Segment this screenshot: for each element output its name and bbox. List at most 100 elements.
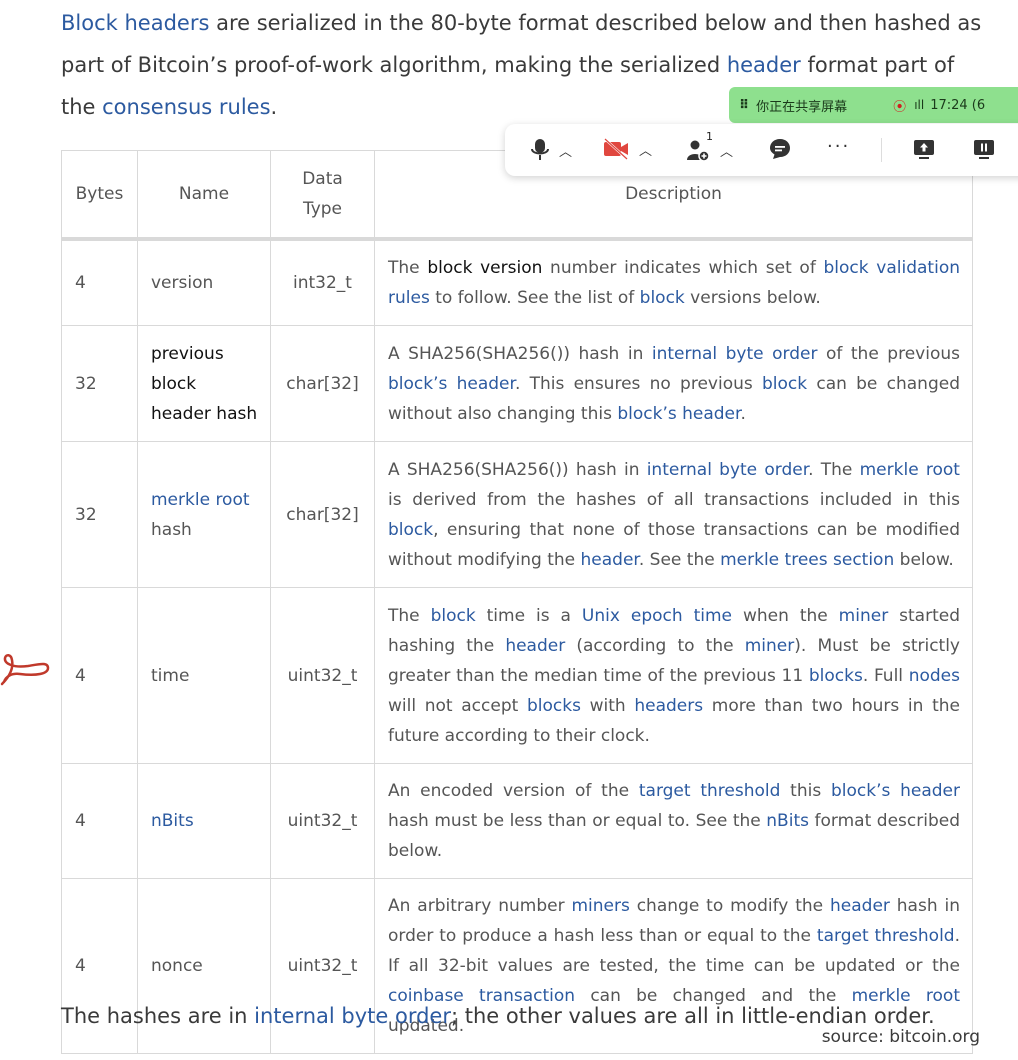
- cell-dtype: int32_t: [270, 238, 375, 326]
- screen-share-banner[interactable]: ⠿ 你正在共享屏幕 ⦿ ıll 17:24 (6: [729, 87, 1018, 123]
- desc-link[interactable]: blocks: [809, 666, 863, 686]
- toolbar-divider: [881, 138, 882, 162]
- table-row: 4 time uint32_t The block time is a Unix…: [61, 587, 973, 764]
- desc-text: The: [388, 258, 428, 278]
- cell-bytes: 4: [61, 587, 138, 764]
- name-link-nbits[interactable]: nBits: [151, 811, 194, 831]
- desc-link[interactable]: internal byte order: [652, 344, 818, 364]
- desc-text: A SHA256(SHA256()) hash in: [388, 343, 652, 364]
- share-screen-icon[interactable]: [913, 138, 935, 160]
- desc-text: versions below.: [684, 288, 821, 308]
- cell-bytes: 32: [61, 325, 138, 442]
- desc-link[interactable]: block: [762, 374, 807, 394]
- desc-text: will not accept: [388, 695, 527, 716]
- desc-link[interactable]: merkle trees section: [720, 550, 894, 570]
- header-bytes: Bytes: [61, 150, 138, 241]
- cell-description: A SHA256(SHA256()) hash in internal byte…: [374, 325, 973, 442]
- desc-text: (according to the: [565, 635, 745, 656]
- cell-name: nBits: [137, 763, 271, 879]
- block-header-table: Bytes Name Data Type Description 4 versi…: [61, 150, 973, 1054]
- desc-link[interactable]: block: [431, 606, 476, 626]
- more-options-icon[interactable]: ···: [827, 136, 850, 157]
- pause-share-icon[interactable]: [973, 138, 995, 160]
- desc-link[interactable]: miner: [839, 606, 889, 626]
- cell-dtype: char[32]: [270, 441, 375, 588]
- desc-link[interactable]: header: [830, 896, 890, 916]
- table-row: 4 nBits uint32_t An encoded version of t…: [61, 763, 973, 879]
- pause-share-control[interactable]: [973, 138, 995, 160]
- desc-text: The: [388, 605, 431, 626]
- desc-text: to follow. See the list of: [429, 288, 640, 308]
- link-block-headers[interactable]: Block headers: [61, 11, 209, 35]
- outro-text-1: The hashes are in: [61, 1004, 255, 1028]
- cell-name: time: [137, 587, 271, 764]
- link-consensus-rules[interactable]: consensus rules: [102, 95, 270, 119]
- desc-text: when the: [732, 605, 839, 626]
- header-data-type-line1: Data: [302, 169, 343, 189]
- desc-link[interactable]: header: [581, 550, 639, 570]
- header-name: Name: [137, 150, 271, 241]
- video-options-chevron-up-icon[interactable]: ︿: [639, 140, 652, 159]
- cell-description: An encoded version of the target thresho…: [374, 763, 973, 879]
- cell-description: The block time is a Unix epoch time when…: [374, 587, 973, 764]
- drag-handle-icon[interactable]: ⠿: [739, 98, 749, 113]
- desc-text: . See the: [638, 549, 721, 570]
- desc-link[interactable]: internal byte order: [647, 460, 808, 480]
- cell-bytes: 32: [61, 441, 138, 588]
- desc-link[interactable]: headers: [634, 696, 703, 716]
- cell-name: merkle root hash: [137, 441, 271, 588]
- desc-text: . This ensures no previous: [514, 373, 762, 394]
- desc-text: . Full: [862, 665, 909, 686]
- source-caption: source: bitcoin.org: [821, 1027, 980, 1047]
- participants-control[interactable]: 1 ︿: [686, 130, 733, 162]
- video-off-icon[interactable]: [603, 138, 629, 160]
- link-header[interactable]: header: [727, 53, 801, 77]
- desc-link[interactable]: miner: [745, 636, 795, 656]
- desc-link[interactable]: Unix epoch time: [582, 606, 732, 626]
- desc-link[interactable]: target threshold: [639, 781, 781, 801]
- header-data-type-line2: Type: [302, 199, 343, 219]
- link-internal-byte-order[interactable]: internal byte order: [254, 1004, 451, 1028]
- desc-link[interactable]: nBits: [766, 811, 809, 831]
- desc-term: block version: [427, 258, 543, 278]
- outro-text-2: ; the other values are all in little-end…: [451, 1004, 935, 1028]
- mic-control[interactable]: ︿: [531, 138, 572, 162]
- chat-bubble-icon[interactable]: [769, 138, 791, 160]
- mic-options-chevron-up-icon[interactable]: ︿: [559, 141, 572, 160]
- outro-paragraph: The hashes are in internal byte order; t…: [61, 998, 935, 1034]
- name-link-merkle-root[interactable]: merkle root: [151, 490, 250, 510]
- cell-name: previous block header hash: [137, 325, 271, 442]
- desc-link[interactable]: target threshold: [817, 926, 955, 946]
- desc-link[interactable]: block’s header: [388, 374, 515, 394]
- desc-link[interactable]: miners: [571, 896, 629, 916]
- participants-options-chevron-up-icon[interactable]: ︿: [720, 141, 733, 160]
- desc-link[interactable]: block: [388, 520, 433, 540]
- video-control[interactable]: ︿: [603, 138, 652, 160]
- intro-text-3: .: [270, 95, 278, 119]
- desc-link[interactable]: nodes: [909, 666, 960, 686]
- table-row: 32 previous block header hash char[32] A S…: [61, 325, 973, 442]
- chat-control[interactable]: [769, 138, 791, 160]
- microphone-icon[interactable]: [531, 138, 549, 162]
- name-line: previous: [151, 343, 224, 364]
- desc-link[interactable]: blocks: [527, 696, 581, 716]
- cell-dtype: uint32_t: [270, 763, 375, 879]
- desc-link[interactable]: block’s header: [617, 404, 740, 424]
- pen-annotation-mark: [0, 654, 50, 686]
- desc-text: An encoded version of the: [388, 781, 639, 801]
- desc-link[interactable]: merkle root: [860, 460, 960, 480]
- table-row: 4 version int32_t The block version numb…: [61, 238, 973, 326]
- desc-link[interactable]: header: [505, 636, 565, 656]
- desc-link[interactable]: block’s header: [831, 781, 960, 801]
- share-screen-control[interactable]: [913, 138, 935, 160]
- name-line: block: [151, 373, 197, 394]
- desc-text: below.: [894, 549, 954, 570]
- desc-text: An arbitrary number: [388, 896, 572, 916]
- name-line: header hash: [151, 403, 258, 424]
- desc-link[interactable]: block: [640, 288, 685, 308]
- header-data-type: Data Type: [270, 150, 375, 241]
- desc-text: time is a: [475, 605, 582, 626]
- recording-icon: ⦿: [893, 99, 907, 115]
- desc-text: change to modify the: [629, 896, 830, 916]
- table-row: 32 merkle root hash char[32] A SHA256(SHA…: [61, 441, 973, 588]
